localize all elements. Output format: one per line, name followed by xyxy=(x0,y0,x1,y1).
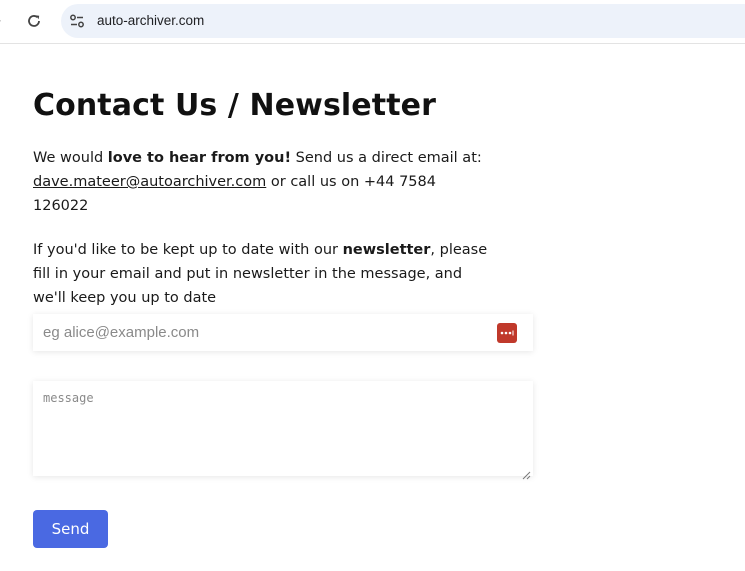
password-manager-icon[interactable] xyxy=(497,323,517,343)
intro-paragraph: We would love to hear from you! Send us … xyxy=(33,146,493,218)
message-field-wrapper xyxy=(33,381,533,480)
page-title: Contact Us / Newsletter xyxy=(33,88,436,123)
resize-grip-icon[interactable] xyxy=(522,465,531,480)
reload-icon[interactable] xyxy=(25,12,43,30)
email-field-wrapper xyxy=(33,314,533,351)
intro-text-2: Send us a direct email at: xyxy=(291,150,482,166)
newsletter-emphasis: newsletter xyxy=(342,242,431,258)
address-bar[interactable]: auto-archiver.com xyxy=(61,4,745,38)
newsletter-text-1: If you'd like to be kept up to date with… xyxy=(33,242,343,258)
send-button[interactable]: Send xyxy=(33,510,108,548)
newsletter-paragraph: If you'd like to be kept up to date with… xyxy=(33,238,493,310)
main-content: Contact Us / Newsletter We would love to… xyxy=(33,86,533,310)
email-link[interactable]: dave.mateer@autoarchiver.com xyxy=(33,174,266,190)
message-textarea[interactable] xyxy=(33,381,533,476)
back-arrow-icon[interactable]: › xyxy=(0,12,6,30)
intro-text-1: We would xyxy=(33,150,108,166)
site-info-icon[interactable] xyxy=(68,12,86,30)
browser-toolbar: › auto-archiver.com xyxy=(0,0,745,44)
intro-emphasis: love to hear from you! xyxy=(107,150,292,166)
email-input[interactable] xyxy=(33,314,533,351)
url-text[interactable]: auto-archiver.com xyxy=(97,12,204,30)
